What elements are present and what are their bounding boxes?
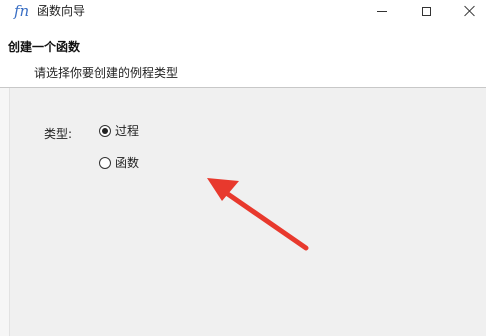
- radio-function-unselected[interactable]: [99, 156, 111, 169]
- wizard-step-subtitle: 请选择你要创建的例程类型: [34, 66, 179, 80]
- minimize-icon: [377, 10, 387, 12]
- function-wizard-window: fn 函数向导 创建一个函数 请选择你要创建的例程类型 类型: 过程 函数: [0, 0, 486, 336]
- radio-option-function[interactable]: 函数: [99, 154, 139, 171]
- maximize-icon: [421, 6, 431, 16]
- wizard-header: 创建一个函数 请选择你要创建的例程类型: [0, 24, 486, 87]
- close-icon: [464, 5, 476, 17]
- minimize-button[interactable]: [362, 0, 402, 22]
- type-label: 类型:: [44, 127, 73, 141]
- close-button[interactable]: [450, 0, 486, 22]
- left-side-strip: [0, 88, 10, 336]
- window-title: 函数向导: [37, 4, 86, 18]
- maximize-button[interactable]: [406, 0, 446, 22]
- function-app-icon: fn: [14, 2, 30, 20]
- radio-option-procedure[interactable]: 过程: [99, 122, 139, 139]
- radio-procedure-selected[interactable]: [99, 124, 111, 137]
- wizard-step-title: 创建一个函数: [8, 40, 81, 54]
- title-bar: fn 函数向导: [0, 0, 486, 24]
- radio-procedure-label[interactable]: 过程: [115, 122, 139, 139]
- wizard-body: 类型: 过程 函数: [10, 88, 486, 336]
- radio-function-label[interactable]: 函数: [115, 154, 139, 171]
